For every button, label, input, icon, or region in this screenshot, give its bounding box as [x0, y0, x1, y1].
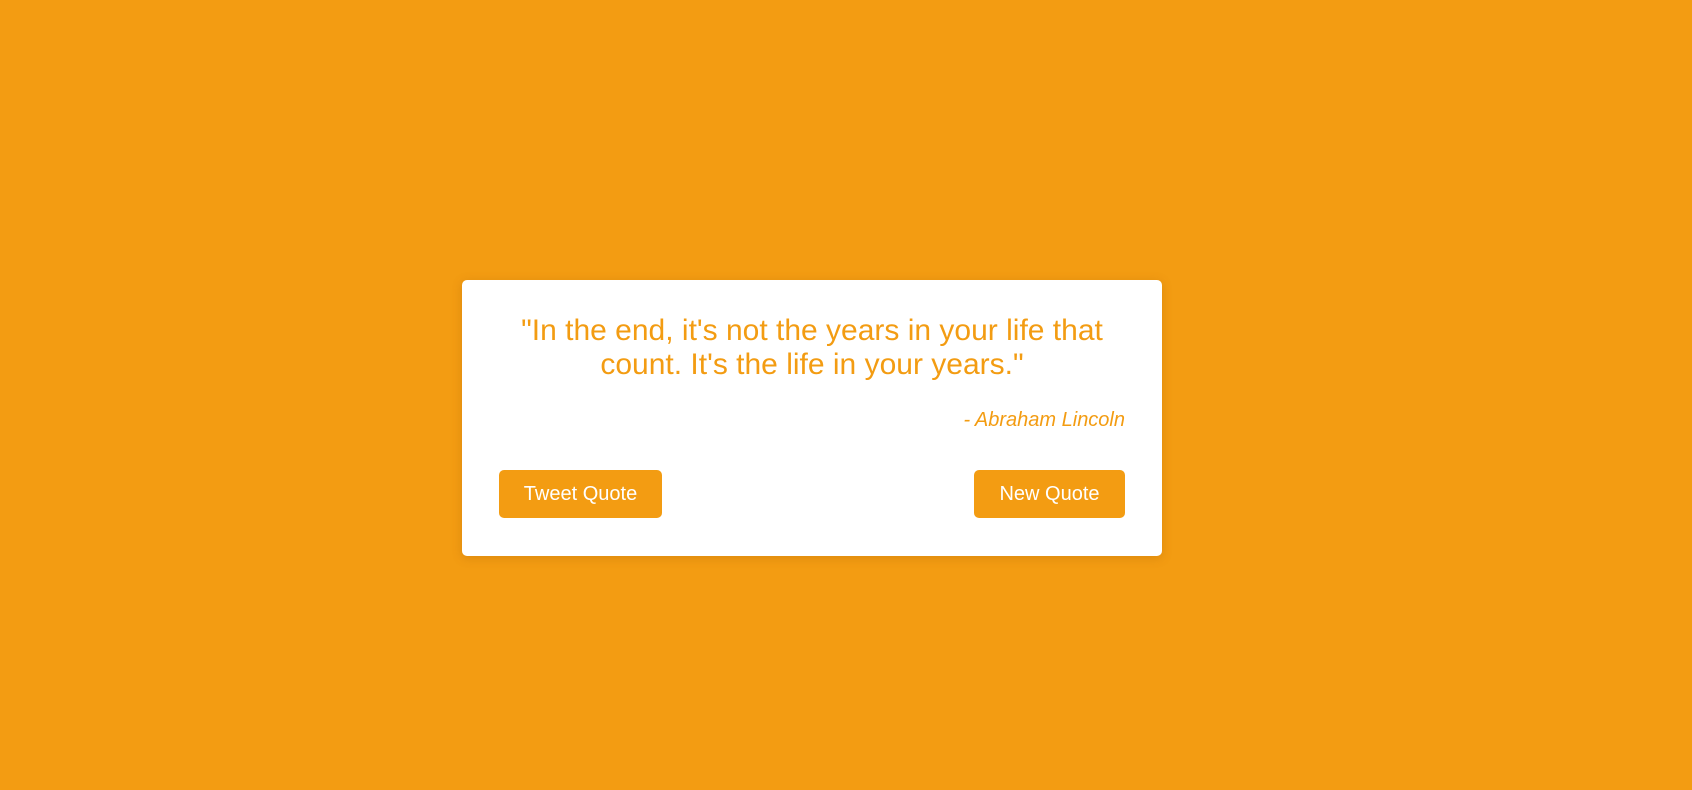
tweet-quote-button[interactable]: Tweet Quote [499, 470, 662, 518]
quote-text: "In the end, it's not the years in your … [521, 314, 1103, 381]
page-background: "In the end, it's not the years in your … [0, 0, 1692, 790]
quote-box: "In the end, it's not the years in your … [462, 280, 1162, 556]
quote-actions: Tweet Quote New Quote [499, 470, 1125, 518]
quote-author: - Abraham Lincoln [963, 409, 1125, 431]
new-quote-button[interactable]: New Quote [974, 470, 1125, 518]
